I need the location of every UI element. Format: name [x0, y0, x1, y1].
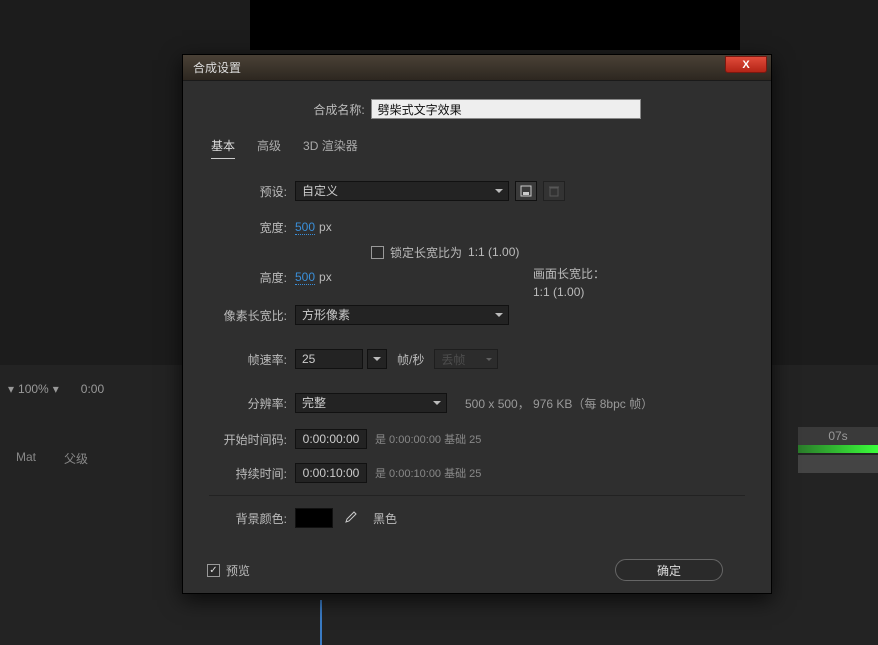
eyedropper-icon [343, 511, 357, 525]
tab-advanced[interactable]: 高级 [257, 137, 281, 159]
height-value[interactable]: 500 [295, 270, 315, 285]
comp-name-input[interactable] [371, 99, 641, 119]
timeline-columns: Mat 父级 [0, 444, 104, 473]
start-time-hint: 是 0:00:00:00 基础 25 [375, 431, 481, 447]
dialog-title: 合成设置 [193, 59, 241, 76]
lock-aspect-ratio: 1:1 (1.00) [468, 245, 519, 259]
frame-aspect-value: 1:1 (1.00) [533, 283, 605, 301]
dialog-titlebar[interactable]: 合成设置 X [183, 55, 771, 81]
delete-preset-button [543, 181, 565, 201]
fps-row: 帧速率: 帧/秒 丢帧 [209, 345, 745, 373]
fps-label: 帧速率: [209, 351, 287, 368]
trash-icon [549, 185, 559, 197]
close-icon: X [742, 59, 749, 71]
frame-aspect-info: 画面长宽比： 1:1 (1.00) [533, 265, 605, 301]
divider [209, 495, 745, 496]
comp-name-label: 合成名称: [313, 101, 364, 118]
frame-aspect-label: 画面长宽比： [533, 265, 605, 283]
resolution-row: 分辨率: 完整 500 x 500， 976 KB（每 8bpc 帧） [209, 389, 745, 417]
dropframe-select: 丢帧 [434, 349, 498, 369]
save-preset-button[interactable] [515, 181, 537, 201]
timecode-display[interactable]: 0:00 [81, 382, 104, 396]
duration-label: 持续时间: [209, 465, 287, 482]
fps-unit: 帧/秒 [397, 351, 424, 368]
form-area: 预设: 自定义 宽度: 500 px [203, 173, 751, 553]
height-label: 高度: [209, 269, 287, 286]
column-parent[interactable]: 父级 [56, 448, 96, 469]
resolution-info: 500 x 500， 976 KB（每 8bpc 帧） [465, 395, 653, 412]
viewer-footer[interactable]: ▾ 100% ▾ 0:00 [0, 377, 180, 401]
tab-3d-renderer[interactable]: 3D 渲染器 [303, 137, 358, 159]
zoom-level[interactable]: 100% [18, 382, 49, 396]
preview-checkbox-label[interactable]: 预览 [207, 562, 250, 579]
tabs: 基本 高级 3D 渲染器 [203, 137, 751, 159]
bg-color-label: 背景颜色: [209, 510, 287, 527]
start-time-row: 开始时间码: 是 0:00:00:00 基础 25 [209, 425, 745, 453]
viewer-panel [250, 0, 740, 50]
column-mat[interactable]: Mat [8, 448, 44, 469]
width-unit: px [319, 220, 332, 234]
save-icon [520, 185, 532, 197]
bg-color-swatch[interactable] [295, 508, 333, 528]
bg-color-name: 黑色 [373, 510, 397, 527]
fps-input[interactable] [295, 349, 363, 369]
par-row: 像素长宽比: 方形像素 [209, 301, 745, 329]
viewer-dropdown-icon[interactable]: ▾ [8, 382, 14, 396]
timeline-ruler-label: 07s [798, 427, 878, 445]
width-value[interactable]: 500 [295, 220, 315, 235]
bg-color-row: 背景颜色: 黑色 [209, 504, 745, 532]
duration-input[interactable] [295, 463, 367, 483]
preset-label: 预设: [209, 183, 287, 200]
height-unit: px [319, 270, 332, 284]
preset-select[interactable]: 自定义 [295, 181, 509, 201]
height-row: 高度: 500 px [209, 263, 745, 291]
dialog-footer: 预览 确定 [203, 553, 751, 581]
par-select[interactable]: 方形像素 [295, 305, 509, 325]
resolution-select[interactable]: 完整 [295, 393, 447, 413]
eyedropper-button[interactable] [339, 508, 361, 528]
close-button[interactable]: X [725, 56, 767, 73]
preview-text: 预览 [226, 562, 250, 579]
lock-aspect-checkbox[interactable] [371, 246, 384, 259]
fps-dropdown[interactable] [367, 349, 387, 369]
start-time-input[interactable] [295, 429, 367, 449]
lock-aspect-row: 锁定长宽比为 1:1 (1.00) [371, 241, 745, 263]
par-label: 像素长宽比: [209, 307, 287, 324]
start-time-label: 开始时间码: [209, 431, 287, 448]
composition-settings-dialog: 合成设置 X 合成名称: 基本 高级 3D 渲染器 预设: 自定义 [182, 54, 772, 594]
resolution-label: 分辨率: [209, 395, 287, 412]
ok-button[interactable]: 确定 [615, 559, 723, 581]
width-row: 宽度: 500 px [209, 213, 745, 241]
preview-checkbox[interactable] [207, 564, 220, 577]
timeline-row[interactable] [798, 455, 878, 473]
width-label: 宽度: [209, 219, 287, 236]
playhead-indicator[interactable] [320, 600, 322, 645]
lock-aspect-label: 锁定长宽比为 [390, 244, 462, 261]
work-area-bar[interactable] [798, 445, 878, 453]
preset-row: 预设: 自定义 [209, 177, 745, 205]
duration-hint: 是 0:00:10:00 基础 25 [375, 465, 481, 481]
comp-name-row: 合成名称: [203, 99, 751, 119]
duration-row: 持续时间: 是 0:00:10:00 基础 25 [209, 459, 745, 487]
tab-basic[interactable]: 基本 [211, 137, 235, 159]
